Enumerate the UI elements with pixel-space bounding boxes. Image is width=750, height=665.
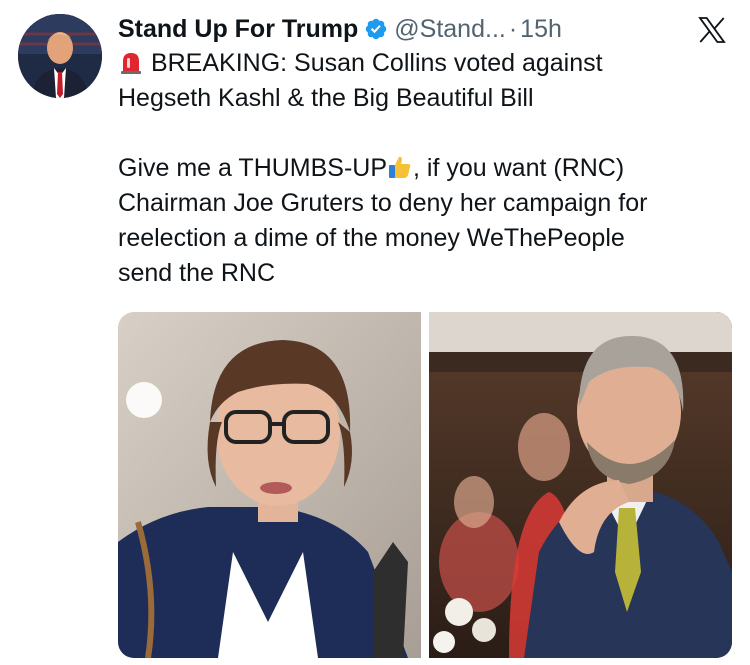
tweet-line-1: BREAKING: Susan Collins voted against [118,46,728,81]
tweet-media[interactable] [118,312,732,658]
tweet-line-2: Hegseth Kashl & the Big Beautiful Bill [118,84,534,112]
user-handle[interactable]: @Stand... [394,15,506,44]
tweet-line-6: send the RNC [118,259,276,287]
tweet-text-line: Give me a THUMBS-UP [118,154,388,182]
tweet-line-4: Chairman Joe Gruters to deny her campaig… [118,189,648,217]
tweet-text: BREAKING: Susan Collins voted against He… [118,46,728,291]
photo-right[interactable] [429,312,732,658]
tweet-line-3: Give me a THUMBS-UP , if you want (RNC) [118,151,728,186]
photo-left[interactable] [118,312,421,658]
siren-emoji-icon [121,53,141,74]
tweet-line-5: reelection a dime of the money WeThePeop… [118,224,625,252]
verified-badge-icon [366,18,387,40]
display-name[interactable]: Stand Up For Trump [118,15,358,44]
thumbs-up-emoji-icon [389,156,411,178]
timestamp[interactable]: 15h [520,15,562,44]
avatar[interactable] [18,14,102,98]
x-logo-icon [698,17,726,43]
tweet-header: Stand Up For Trump @Stand... · 15h [118,12,730,46]
tweet-text-line: BREAKING: Susan Collins voted against [150,49,603,77]
tweet-text-line: , if you want (RNC) [413,154,625,182]
separator-dot: · [508,14,518,43]
